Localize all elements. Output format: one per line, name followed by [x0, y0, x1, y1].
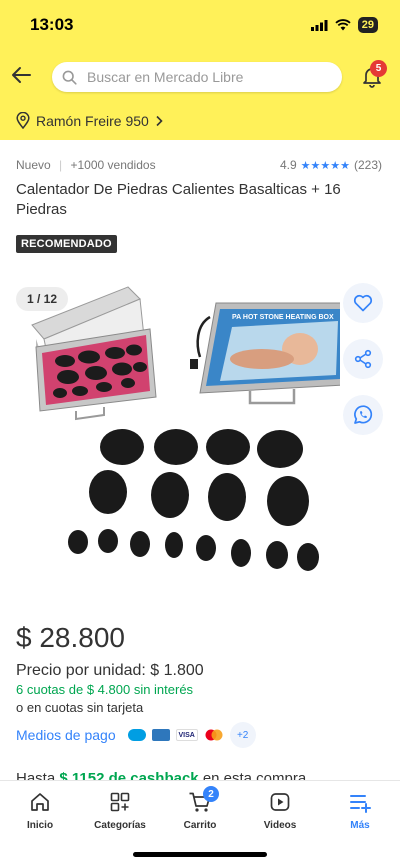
location-pin-icon: [16, 112, 30, 129]
recommended-badge: RECOMENDADO: [16, 235, 117, 253]
signal-icon: [310, 19, 328, 31]
price: $ 28.800: [16, 622, 125, 653]
unit-price: Precio por unidad: $ 1.800: [16, 662, 204, 679]
rating-value: 4.9: [279, 158, 297, 172]
cart-count-badge: 2: [203, 786, 219, 802]
status-icons: 29: [310, 17, 378, 33]
product-meta: Nuevo | +1000 vendidos: [16, 158, 156, 172]
visa-card-icon: VISA: [175, 729, 198, 741]
categories-icon: [110, 792, 130, 812]
heart-icon: [353, 294, 373, 312]
tab-mas[interactable]: Más: [320, 781, 400, 841]
payment-methods-link[interactable]: Medios de pago: [16, 727, 116, 743]
review-count: (223): [353, 158, 382, 172]
mercadopago-card-icon: [127, 729, 146, 741]
menu-plus-icon: [350, 795, 371, 813]
home-indicator: [133, 852, 267, 857]
wifi-icon: [335, 19, 351, 31]
mastercard-icon: [205, 729, 223, 741]
tab-carrito-label: Carrito: [183, 820, 217, 831]
whatsapp-button[interactable]: [343, 395, 383, 435]
favorite-button[interactable]: [343, 283, 383, 323]
search-icon: [62, 70, 77, 85]
location-selector[interactable]: Ramón Freire 950: [16, 112, 163, 129]
payment-methods[interactable]: Medios de pago VISA +2: [16, 722, 256, 748]
tab-videos[interactable]: Videos: [240, 781, 320, 841]
tab-inicio[interactable]: Inicio: [0, 781, 80, 841]
back-arrow-icon[interactable]: [10, 64, 32, 86]
tab-mas-label: Más: [350, 820, 370, 831]
tab-videos-label: Videos: [263, 820, 297, 831]
product-title: Calentador De Piedras Calientes Basaltic…: [16, 181, 341, 218]
sold-count: +1000 vendidos: [70, 158, 156, 172]
battery-indicator: 29: [357, 17, 378, 33]
home-icon: [31, 793, 49, 811]
share-icon: [354, 349, 372, 369]
status-time: 13:03: [30, 15, 74, 34]
product-gallery[interactable]: 1 / 12 PA HOT STONE HEATING BOX: [0, 275, 400, 595]
search-input[interactable]: [87, 69, 307, 85]
rating[interactable]: 4.9 ★★★★★ (223): [280, 158, 382, 172]
tab-categorias-label: Categorías: [94, 820, 146, 831]
share-button[interactable]: [343, 339, 383, 379]
amex-card-icon: [151, 729, 170, 741]
tab-carrito[interactable]: 2 Carrito: [160, 781, 240, 841]
more-payment-methods[interactable]: +2: [229, 722, 256, 748]
product-image[interactable]: PA HOT STONE HEATING BOX: [0, 275, 340, 595]
chevron-right-icon: [156, 115, 163, 126]
rating-stars: ★★★★★: [300, 159, 350, 172]
condition: Nuevo: [16, 158, 51, 172]
installments: 6 cuotas de $ 4.800 sin interés: [16, 682, 194, 697]
video-play-icon: [270, 793, 290, 811]
tab-categorias[interactable]: Categorías: [80, 781, 160, 841]
status-bar: 13:03 29: [0, 0, 400, 50]
location-label: Ramón Freire 950: [36, 112, 149, 129]
tab-inicio-label: Inicio: [26, 820, 54, 831]
no-card-installments: o en cuotas sin tarjeta: [16, 700, 144, 715]
search-bar[interactable]: [52, 62, 342, 92]
whatsapp-icon: [354, 405, 373, 424]
notification-badge: 5: [370, 60, 387, 77]
case-label: PA HOT STONE HEATING BOX: [232, 314, 334, 321]
